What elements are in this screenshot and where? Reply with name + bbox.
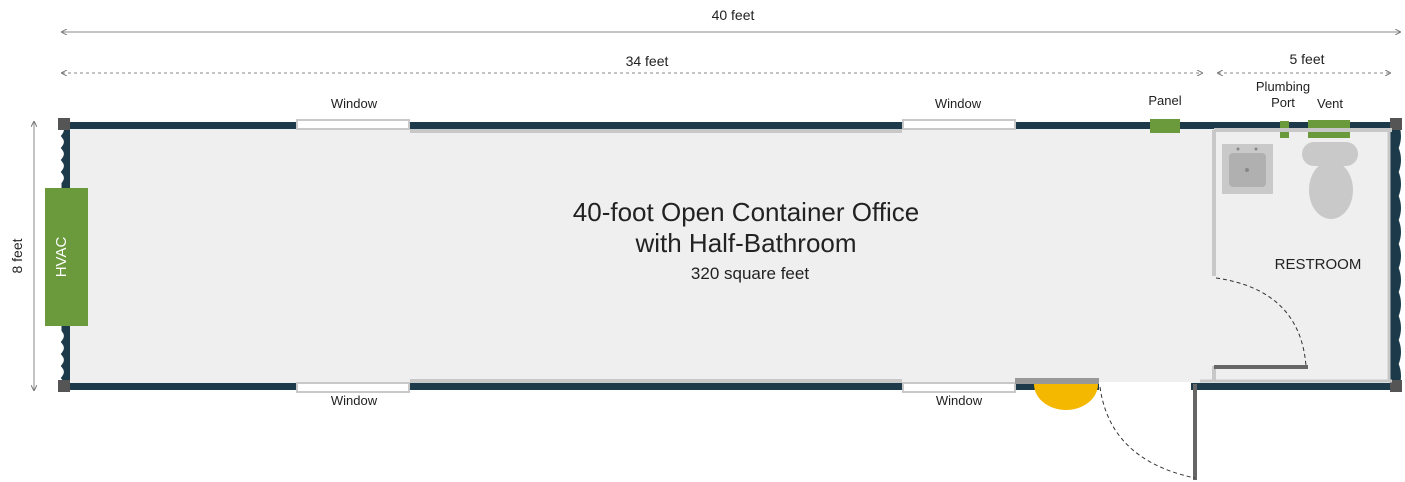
window-top-right: Window (902, 96, 1016, 130)
title-area: 320 square feet (691, 264, 809, 283)
window-bottom-left-label: Window (331, 393, 378, 408)
dimension-overall-label: 40 feet (712, 7, 755, 23)
window-bottom-right: Window (902, 382, 1016, 408)
dimension-width-label: 8 feet (9, 238, 25, 273)
door-step (1034, 384, 1098, 410)
window-bottom-right-label: Window (936, 393, 983, 408)
panel-label: Panel (1148, 93, 1181, 108)
hvac-label: HVAC (53, 237, 70, 278)
dimension-restroom: 5 feet (1218, 51, 1390, 73)
dimension-restroom-label: 5 feet (1289, 51, 1324, 67)
plumbing-port-label-1: Plumbing (1256, 79, 1310, 94)
entry-door (1015, 378, 1197, 480)
plumbing-port-label-2: Port (1271, 95, 1295, 110)
floor-plan: 40 feet 34 feet 5 feet 8 feet Window Win… (9, 7, 1402, 480)
title-line-1: 40-foot Open Container Office (573, 197, 919, 227)
vent-label: Vent (1317, 96, 1343, 111)
sink-icon (1222, 144, 1273, 194)
dimension-overall: 40 feet (62, 7, 1400, 32)
window-top-right-label: Window (935, 96, 982, 111)
dimension-office: 34 feet (62, 53, 1202, 73)
hvac-unit: HVAC (45, 188, 88, 326)
window-bottom-left: Window (296, 382, 410, 408)
dimension-office-label: 34 feet (626, 53, 669, 69)
dimension-width: 8 feet (9, 122, 34, 390)
window-top-left: Window (296, 96, 410, 130)
title-line-2: with Half-Bathroom (634, 228, 856, 258)
window-top-left-label: Window (331, 96, 378, 111)
restroom-label: RESTROOM (1275, 256, 1362, 273)
electrical-panel: Panel (1148, 93, 1182, 133)
